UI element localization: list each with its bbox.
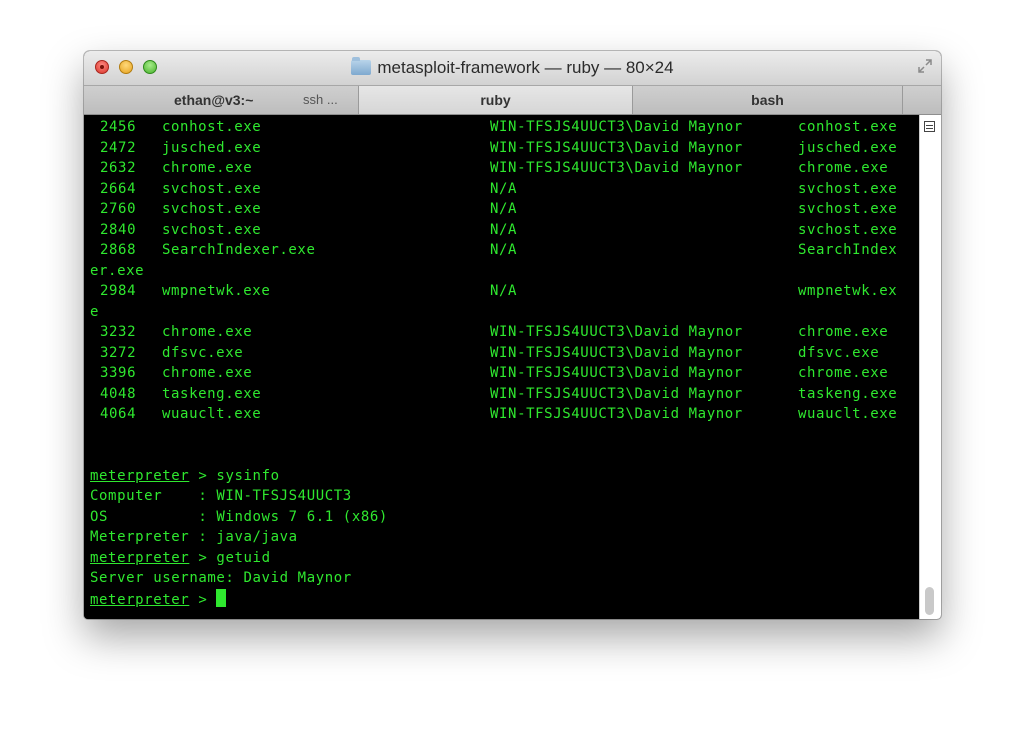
tab-label: bash: [751, 92, 784, 108]
process-path: SearchIndex: [798, 242, 898, 258]
prompt-label: meterpreter: [90, 591, 190, 608]
process-pid: 2760: [100, 201, 137, 217]
prompt-line: meterpreter > sysinfo: [90, 466, 280, 486]
scrollbar[interactable]: [919, 115, 941, 619]
process-name: wuauclt.exe: [162, 406, 262, 422]
process-user: N/A: [490, 242, 518, 258]
process-user: N/A: [490, 221, 518, 238]
prompt-label: meterpreter: [90, 549, 190, 566]
prompt-separator: >: [189, 591, 217, 608]
process-pid: 2984: [100, 283, 137, 299]
tab-process: ssh ...: [303, 92, 338, 107]
process-user: WIN-TFSJS4UUCT3\David Maynor: [490, 160, 743, 176]
process-path-wrap: er.exe: [90, 262, 145, 279]
process-pid: 4064: [100, 406, 137, 422]
process-pid: 2456: [100, 119, 137, 135]
process-path: svchost.exe: [798, 221, 898, 238]
process-path: svchost.exe: [798, 201, 898, 217]
process-pid: 2664: [100, 180, 137, 197]
process-pid: 2632: [100, 160, 137, 176]
process-name: dfsvc.exe: [162, 344, 244, 361]
process-user: N/A: [490, 180, 518, 197]
process-path: dfsvc.exe: [798, 344, 880, 361]
process-name: chrome.exe: [162, 365, 253, 381]
title-bar: metasploit-framework — ruby — 80×24: [84, 51, 941, 86]
process-pid: 3396: [100, 365, 137, 381]
process-name: conhost.exe: [162, 119, 262, 135]
sysinfo-line: Computer : WIN-TFSJS4UUCT3: [90, 488, 352, 504]
tab-label: ethan@v3:~: [174, 92, 254, 108]
prompt-separator: >: [189, 549, 217, 566]
process-name: chrome.exe: [162, 324, 253, 340]
tab-bash[interactable]: bash: [633, 86, 903, 114]
fullscreen-icon[interactable]: [918, 59, 932, 73]
process-user: WIN-TFSJS4UUCT3\David Maynor: [490, 385, 743, 402]
tab-ruby[interactable]: ruby: [359, 86, 633, 114]
process-pid: 3272: [100, 344, 137, 361]
split-pane-icon[interactable]: [924, 121, 935, 132]
process-pid: 4048: [100, 385, 137, 402]
process-user: WIN-TFSJS4UUCT3\David Maynor: [490, 365, 743, 381]
text-cursor: [216, 588, 227, 607]
process-name: SearchIndexer.exe: [162, 242, 316, 258]
process-name: taskeng.exe: [162, 385, 262, 402]
tab-label: ruby: [480, 92, 511, 108]
process-user: WIN-TFSJS4UUCT3\David Maynor: [490, 344, 743, 361]
prompt-line: meterpreter >: [90, 588, 227, 609]
folder-icon: [351, 57, 372, 75]
sysinfo-line: Meterpreter : java/java: [90, 529, 298, 545]
prompt-separator: >: [189, 467, 217, 484]
process-path: chrome.exe: [798, 324, 889, 340]
terminal-output[interactable]: 2456 conhost.exe WIN-TFSJS4UUCT3\David May…: [84, 115, 920, 619]
process-path: jusched.exe: [798, 139, 898, 156]
window-title: metasploit-framework — ruby — 80×24: [84, 57, 941, 78]
process-name: svchost.exe: [162, 201, 262, 217]
process-name: chrome.exe: [162, 160, 253, 176]
terminal-window: metasploit-framework — ruby — 80×24 etha…: [84, 51, 941, 619]
process-path: chrome.exe: [798, 365, 889, 381]
sysinfo-line: OS : Windows 7 6.1 (x86): [90, 508, 388, 525]
process-pid: 2472: [100, 139, 137, 156]
command-text: sysinfo: [216, 467, 280, 484]
prompt-label: meterpreter: [90, 467, 190, 484]
process-path: svchost.exe: [798, 180, 898, 197]
tab-ssh[interactable]: ethan@v3:~ ssh ...: [84, 86, 359, 114]
prompt-line: meterpreter > getuid: [90, 548, 271, 568]
process-user: WIN-TFSJS4UUCT3\David Maynor: [490, 406, 743, 422]
process-user: WIN-TFSJS4UUCT3\David Maynor: [490, 119, 743, 135]
command-text: getuid: [216, 549, 271, 566]
process-path: taskeng.exe: [798, 385, 898, 402]
process-pid: 2868: [100, 242, 137, 258]
window-title-text: metasploit-framework — ruby — 80×24: [377, 58, 674, 77]
process-path: wuauclt.exe: [798, 406, 898, 422]
process-user: N/A: [490, 201, 518, 217]
process-name: svchost.exe: [162, 221, 262, 238]
process-path: conhost.exe: [798, 119, 898, 135]
server-username-line: Server username: David Maynor: [90, 570, 352, 586]
tab-bar: ethan@v3:~ ssh ... ruby bash: [84, 86, 941, 115]
process-path-wrap: e: [90, 303, 100, 320]
process-path: chrome.exe: [798, 160, 889, 176]
process-name: wmpnetwk.exe: [162, 283, 271, 299]
process-name: jusched.exe: [162, 139, 262, 156]
scrollbar-thumb[interactable]: [925, 587, 934, 615]
process-name: svchost.exe: [162, 180, 262, 197]
process-user: WIN-TFSJS4UUCT3\David Maynor: [490, 324, 743, 340]
process-user: N/A: [490, 283, 518, 299]
process-pid: 2840: [100, 221, 137, 238]
process-user: WIN-TFSJS4UUCT3\David Maynor: [490, 139, 743, 156]
process-path: wmpnetwk.ex: [798, 283, 898, 299]
process-pid: 3232: [100, 324, 137, 340]
